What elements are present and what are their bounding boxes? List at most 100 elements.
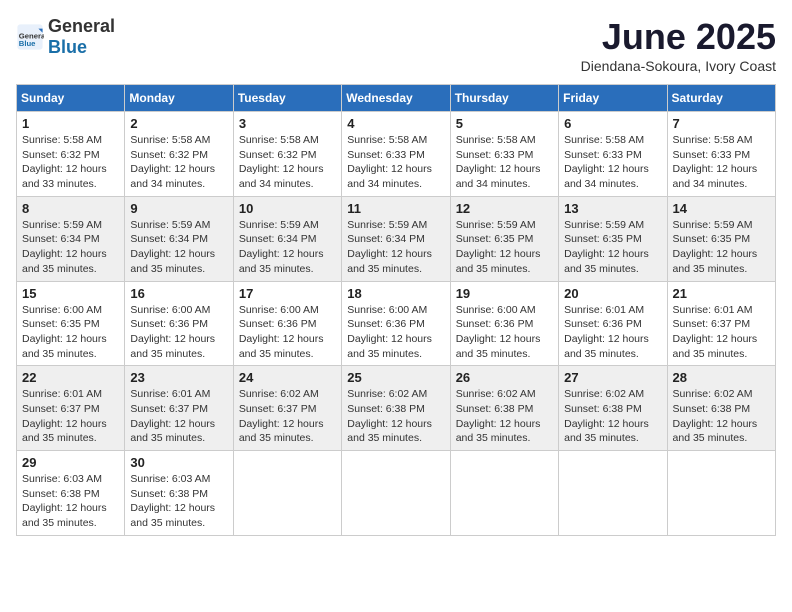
logo-text: General Blue (48, 16, 115, 58)
calendar-cell (342, 451, 450, 536)
day-info: Sunrise: 5:58 AMSunset: 6:32 PMDaylight:… (130, 133, 227, 192)
col-header-saturday: Saturday (667, 85, 775, 112)
day-info: Sunrise: 6:02 AMSunset: 6:38 PMDaylight:… (347, 387, 444, 446)
calendar-cell: 23 Sunrise: 6:01 AMSunset: 6:37 PMDayligh… (125, 366, 233, 451)
day-info: Sunrise: 5:59 AMSunset: 6:34 PMDaylight:… (130, 218, 227, 277)
calendar-cell: 13Sunrise: 5:59 AMSunset: 6:35 PMDayligh… (559, 196, 667, 281)
day-info: Sunrise: 5:58 AMSunset: 6:32 PMDaylight:… (22, 133, 119, 192)
day-info: Sunrise: 5:59 AMSunset: 6:35 PMDaylight:… (456, 218, 553, 277)
title-area: June 2025 Diendana-Sokoura, Ivory Coast (581, 16, 776, 74)
day-number: 11 (347, 201, 444, 216)
day-number: 27 (564, 370, 661, 385)
calendar-cell: 21 Sunrise: 6:01 AMSunset: 6:37 PMDayligh… (667, 281, 775, 366)
day-info: Sunrise: 5:58 AMSunset: 6:33 PMDaylight:… (673, 133, 770, 192)
calendar-cell (450, 451, 558, 536)
calendar-week-1: 1 Sunrise: 5:58 AMSunset: 6:32 PMDaylight… (17, 112, 776, 197)
col-header-tuesday: Tuesday (233, 85, 341, 112)
day-number: 1 (22, 116, 119, 131)
day-number: 21 (673, 286, 770, 301)
day-number: 10 (239, 201, 336, 216)
calendar-cell: 18 Sunrise: 6:00 AMSunset: 6:36 PMDayligh… (342, 281, 450, 366)
calendar-week-2: 8 Sunrise: 5:59 AMSunset: 6:34 PMDaylight… (17, 196, 776, 281)
day-number: 25 (347, 370, 444, 385)
day-number: 17 (239, 286, 336, 301)
calendar-cell: 4 Sunrise: 5:58 AMSunset: 6:33 PMDaylight… (342, 112, 450, 197)
day-info: Sunrise: 6:01 AMSunset: 6:37 PMDaylight:… (130, 387, 227, 446)
day-number: 23 (130, 370, 227, 385)
page-subtitle: Diendana-Sokoura, Ivory Coast (581, 58, 776, 74)
calendar-cell: 1 Sunrise: 5:58 AMSunset: 6:32 PMDaylight… (17, 112, 125, 197)
day-info: Sunrise: 6:00 AMSunset: 6:36 PMDaylight:… (347, 303, 444, 362)
day-info: Sunrise: 6:00 AMSunset: 6:36 PMDaylight:… (456, 303, 553, 362)
day-info: Sunrise: 6:01 AMSunset: 6:37 PMDaylight:… (673, 303, 770, 362)
calendar-cell: 29Sunrise: 6:03 AMSunset: 6:38 PMDayligh… (17, 451, 125, 536)
col-header-friday: Friday (559, 85, 667, 112)
day-number: 6 (564, 116, 661, 131)
day-info: Sunrise: 6:02 AMSunset: 6:38 PMDaylight:… (456, 387, 553, 446)
calendar-cell (559, 451, 667, 536)
day-number: 18 (347, 286, 444, 301)
day-info: Sunrise: 6:03 AMSunset: 6:38 PMDaylight:… (130, 472, 227, 531)
day-number: 24 (239, 370, 336, 385)
day-number: 7 (673, 116, 770, 131)
calendar-cell: 2 Sunrise: 5:58 AMSunset: 6:32 PMDaylight… (125, 112, 233, 197)
day-number: 12 (456, 201, 553, 216)
day-info: Sunrise: 6:00 AMSunset: 6:35 PMDaylight:… (22, 303, 119, 362)
svg-text:Blue: Blue (19, 39, 36, 48)
day-number: 16 (130, 286, 227, 301)
day-number: 2 (130, 116, 227, 131)
day-info: Sunrise: 6:01 AMSunset: 6:36 PMDaylight:… (564, 303, 661, 362)
calendar-cell: 15 Sunrise: 6:00 AMSunset: 6:35 PMDayligh… (17, 281, 125, 366)
day-number: 20 (564, 286, 661, 301)
calendar-cell: 27 Sunrise: 6:02 AMSunset: 6:38 PMDayligh… (559, 366, 667, 451)
calendar-cell: 30Sunrise: 6:03 AMSunset: 6:38 PMDayligh… (125, 451, 233, 536)
calendar-cell (667, 451, 775, 536)
logo-icon: General Blue (16, 23, 44, 51)
calendar-cell (233, 451, 341, 536)
day-info: Sunrise: 5:59 AMSunset: 6:34 PMDaylight:… (22, 218, 119, 277)
calendar-cell: 12 Sunrise: 5:59 AMSunset: 6:35 PMDayligh… (450, 196, 558, 281)
calendar-week-3: 15 Sunrise: 6:00 AMSunset: 6:35 PMDayligh… (17, 281, 776, 366)
col-header-thursday: Thursday (450, 85, 558, 112)
calendar-cell: 22Sunrise: 6:01 AMSunset: 6:37 PMDayligh… (17, 366, 125, 451)
calendar-cell: 28Sunrise: 6:02 AMSunset: 6:38 PMDayligh… (667, 366, 775, 451)
calendar-cell: 9 Sunrise: 5:59 AMSunset: 6:34 PMDaylight… (125, 196, 233, 281)
calendar-week-5: 29Sunrise: 6:03 AMSunset: 6:38 PMDayligh… (17, 451, 776, 536)
day-info: Sunrise: 5:59 AMSunset: 6:35 PMDaylight:… (564, 218, 661, 277)
day-info: Sunrise: 5:58 AMSunset: 6:32 PMDaylight:… (239, 133, 336, 192)
calendar-cell: 24Sunrise: 6:02 AMSunset: 6:37 PMDayligh… (233, 366, 341, 451)
day-number: 4 (347, 116, 444, 131)
day-info: Sunrise: 6:03 AMSunset: 6:38 PMDaylight:… (22, 472, 119, 531)
calendar-cell: 5 Sunrise: 5:58 AMSunset: 6:33 PMDaylight… (450, 112, 558, 197)
day-info: Sunrise: 6:00 AMSunset: 6:36 PMDaylight:… (130, 303, 227, 362)
day-number: 3 (239, 116, 336, 131)
day-number: 14 (673, 201, 770, 216)
day-number: 26 (456, 370, 553, 385)
calendar-cell: 8 Sunrise: 5:59 AMSunset: 6:34 PMDaylight… (17, 196, 125, 281)
day-info: Sunrise: 5:59 AMSunset: 6:35 PMDaylight:… (673, 218, 770, 277)
calendar-cell: 14 Sunrise: 5:59 AMSunset: 6:35 PMDayligh… (667, 196, 775, 281)
day-info: Sunrise: 5:58 AMSunset: 6:33 PMDaylight:… (456, 133, 553, 192)
calendar-cell: 20 Sunrise: 6:01 AMSunset: 6:36 PMDayligh… (559, 281, 667, 366)
day-info: Sunrise: 5:59 AMSunset: 6:34 PMDaylight:… (239, 218, 336, 277)
day-info: Sunrise: 5:59 AMSunset: 6:34 PMDaylight:… (347, 218, 444, 277)
col-header-wednesday: Wednesday (342, 85, 450, 112)
calendar-cell: 6 Sunrise: 5:58 AMSunset: 6:33 PMDaylight… (559, 112, 667, 197)
day-number: 22 (22, 370, 119, 385)
day-info: Sunrise: 6:02 AMSunset: 6:38 PMDaylight:… (564, 387, 661, 446)
day-info: Sunrise: 5:58 AMSunset: 6:33 PMDaylight:… (564, 133, 661, 192)
day-number: 8 (22, 201, 119, 216)
page-title: June 2025 (581, 16, 776, 58)
calendar-cell: 11 Sunrise: 5:59 AMSunset: 6:34 PMDayligh… (342, 196, 450, 281)
col-header-sunday: Sunday (17, 85, 125, 112)
calendar-cell: 10 Sunrise: 5:59 AMSunset: 6:34 PMDayligh… (233, 196, 341, 281)
logo: General Blue General Blue (16, 16, 115, 58)
day-info: Sunrise: 6:02 AMSunset: 6:38 PMDaylight:… (673, 387, 770, 446)
calendar-header-row: SundayMondayTuesdayWednesdayThursdayFrid… (17, 85, 776, 112)
day-number: 5 (456, 116, 553, 131)
day-number: 9 (130, 201, 227, 216)
day-number: 15 (22, 286, 119, 301)
col-header-monday: Monday (125, 85, 233, 112)
day-number: 19 (456, 286, 553, 301)
day-info: Sunrise: 5:58 AMSunset: 6:33 PMDaylight:… (347, 133, 444, 192)
